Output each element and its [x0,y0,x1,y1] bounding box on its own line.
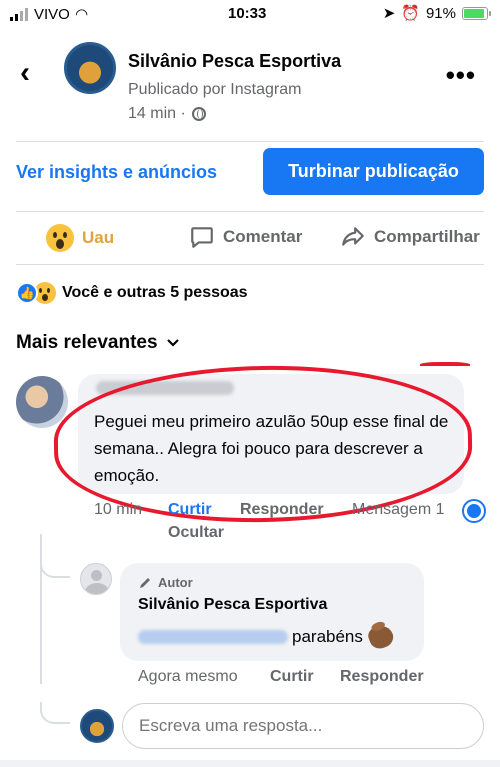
comment-message-button[interactable]: Mensagem 1 [352,501,445,519]
carrier-name: VIVO [34,5,70,23]
comment-label: Comentar [223,227,303,246]
clapping-hands-icon [365,622,396,652]
post-time-text: 14 min · [128,105,186,122]
boost-button[interactable]: Turbinar publicação [263,148,484,195]
reply-time: Agora mesmo [138,668,238,685]
hide-comment-button[interactable]: Ocultar [168,524,224,542]
reactions-text: Você e outras 5 pessoas [62,284,248,301]
red-highlight-stroke [420,362,470,368]
author-tag: Autor [138,575,193,590]
back-icon[interactable]: ‹ [20,56,30,90]
share-icon [342,227,364,246]
page-avatar[interactable] [64,42,116,94]
comment-like-button[interactable]: Curtir [168,501,212,519]
wifi-icon: ◠ [75,6,88,23]
battery-icon [462,6,491,20]
divider [16,141,484,142]
reply-input[interactable] [122,703,484,749]
wow-label: Uau [82,228,115,247]
divider [16,211,484,212]
comment-icon [191,227,213,248]
status-right: ➤ ⏰ 91% [382,4,491,22]
comment-time: 10 min [94,501,143,518]
page-name[interactable]: Silvânio Pesca Esportiva [128,51,341,72]
sort-dropdown[interactable]: Mais relevantes [16,332,180,354]
bottom-edge [0,760,500,767]
commenter-avatar[interactable] [16,376,68,428]
more-options-icon[interactable]: ••• [446,60,476,91]
my-avatar [80,709,114,743]
comment-button[interactable]: Comentar [189,224,302,250]
thread-branch [40,702,70,724]
chevron-down-icon [166,339,179,347]
published-via: Publicado por Instagram [128,81,302,98]
insights-link[interactable]: Ver insights e anúncios [16,162,217,183]
reply-avatar[interactable] [80,563,112,595]
reply-text-row: parabéns [292,622,396,652]
globe-icon [191,107,206,121]
blurred-mention [138,630,288,644]
signal-icon [10,7,28,21]
divider [16,264,484,265]
reactions-summary[interactable]: 👍 Você e outras 5 pessoas [16,282,248,304]
post-time: 14 min · [128,105,206,123]
sort-label: Mais relevantes [16,332,158,353]
like-badge-icon: 👍 [16,282,38,304]
reply-like-button[interactable]: Curtir [270,668,314,686]
author-tag-label: Autor [158,575,193,590]
reply-reply-button[interactable]: Responder [340,668,424,686]
wow-reaction-button[interactable]: Uau [46,224,114,252]
pencil-icon [140,577,150,588]
battery-percent: 91% [425,4,456,22]
messenger-icon[interactable] [464,501,484,521]
comment-reply-button[interactable]: Responder [240,501,324,519]
clock: 10:33 [228,5,267,22]
alarm-icon: ⏰ [401,5,420,22]
reply-author-name[interactable]: Silvânio Pesca Esportiva [138,596,327,614]
carrier-info: VIVO ◠ [10,5,87,23]
reply-text: parabéns [292,627,363,646]
wow-emoji-icon [46,224,74,252]
status-bar: VIVO ◠ 10:33 ➤ ⏰ 91% [0,0,500,30]
location-icon: ➤ [382,5,396,22]
thread-branch [40,556,70,578]
share-button[interactable]: Compartilhar [340,224,480,250]
share-label: Compartilhar [374,227,480,246]
